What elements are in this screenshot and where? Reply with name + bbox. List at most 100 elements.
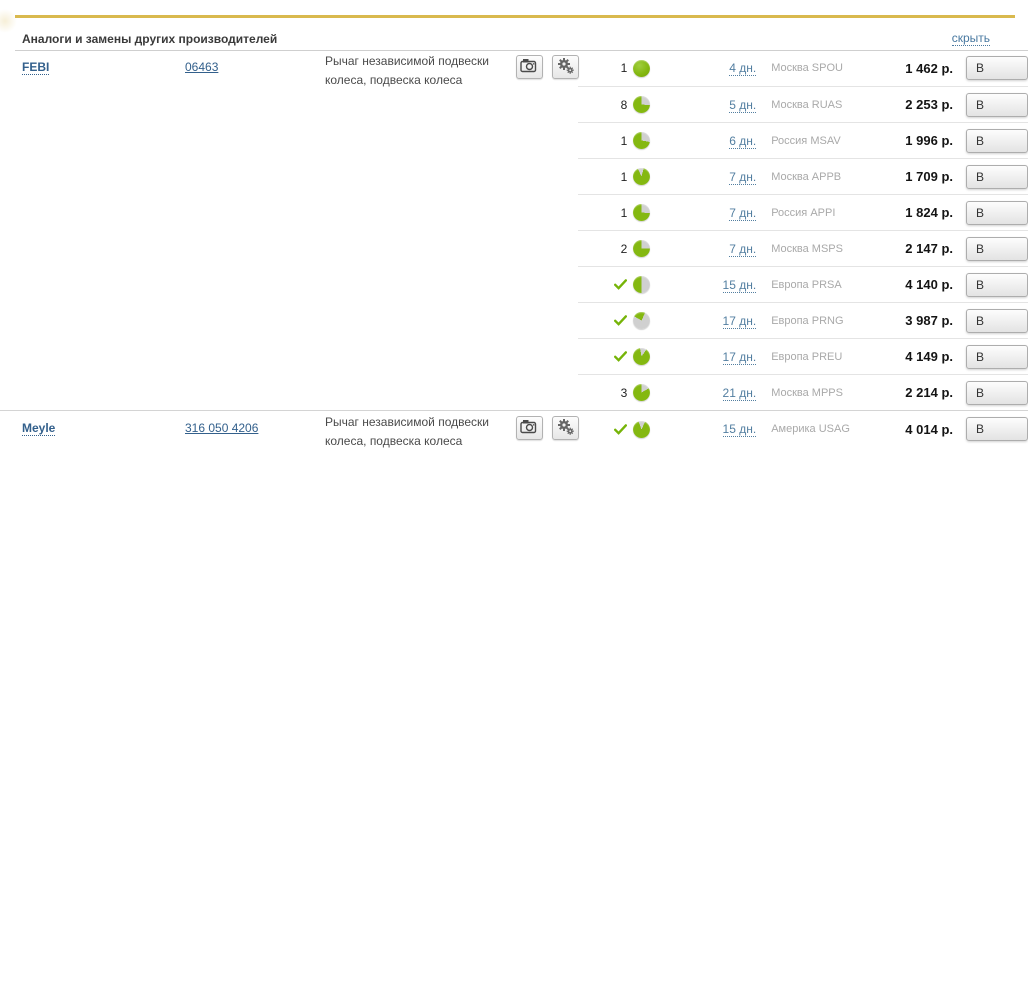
stock-pie-icon <box>633 204 650 221</box>
delivery-days-link[interactable]: 5 дн. <box>729 98 756 113</box>
camera-icon <box>520 58 539 76</box>
delivery-days-link[interactable]: 4 дн. <box>729 61 756 76</box>
photo-button[interactable] <box>516 416 543 440</box>
delivery-cell: 15 дн. <box>650 422 756 436</box>
delivery-days-link[interactable]: 7 дн. <box>729 242 756 257</box>
delivery-cell: 17 дн. <box>650 350 756 364</box>
part-number-link[interactable]: 06463 <box>185 60 218 74</box>
buy-button[interactable]: В <box>966 309 1028 333</box>
buy-button[interactable]: В <box>966 201 1028 225</box>
availability-count: 1 <box>621 134 628 148</box>
availability-cell <box>578 276 650 293</box>
warehouse-location: Европа PRNG <box>771 315 898 327</box>
delivery-days-link[interactable]: 15 дн. <box>723 422 757 437</box>
delivery-cell: 7 дн. <box>650 206 756 220</box>
delivery-days-link[interactable]: 6 дн. <box>729 134 756 149</box>
offer-row: 15 дн. Америка USAG 4 014 р. В <box>578 411 1028 447</box>
delivery-days-link[interactable]: 15 дн. <box>723 278 757 293</box>
product-block: Meyle 316 050 4206 Рычаг независимой под… <box>0 410 1028 447</box>
warehouse-location: Москва MSPS <box>771 243 898 255</box>
warehouse-location: Москва APPB <box>771 171 898 183</box>
buy-button[interactable]: В <box>966 345 1028 369</box>
availability-cell: 3 <box>578 384 650 401</box>
offer-row: 15 дн. Европа PRSA 4 140 р. В <box>578 266 1028 302</box>
brand-link[interactable]: Meyle <box>22 421 55 436</box>
availability-cell <box>578 421 650 438</box>
hide-section-link[interactable]: скрыть <box>952 31 990 46</box>
gears-icon <box>557 418 574 438</box>
analogs-panel: Аналоги и замены других производителей с… <box>0 0 1028 995</box>
buy-button[interactable]: В <box>966 381 1028 405</box>
stock-pie-icon <box>633 384 650 401</box>
offer-row: 17 дн. Европа PREU 4 149 р. В <box>578 338 1028 374</box>
price: 2 147 р. <box>898 241 953 256</box>
delivery-cell: 21 дн. <box>650 386 756 400</box>
stock-pie-icon <box>633 168 650 185</box>
offer-row: 1 7 дн. Россия APPI 1 824 р. В <box>578 194 1028 230</box>
offers-list: 15 дн. Америка USAG 4 014 р. В <box>578 411 1028 447</box>
photo-button[interactable] <box>516 55 543 79</box>
offer-row: 2 7 дн. Москва MSPS 2 147 р. В <box>578 230 1028 266</box>
part-number-link[interactable]: 316 050 4206 <box>185 421 258 435</box>
brand-link[interactable]: FEBI <box>22 60 49 75</box>
row-action-buttons <box>516 416 579 440</box>
availability-cell: 2 <box>578 240 650 257</box>
row-action-buttons <box>516 55 579 79</box>
offer-row: 1 6 дн. Россия MSAV 1 996 р. В <box>578 122 1028 158</box>
delivery-cell: 4 дн. <box>650 61 756 75</box>
buy-button[interactable]: В <box>966 237 1028 261</box>
camera-icon <box>520 419 539 437</box>
buy-button[interactable]: В <box>966 417 1028 441</box>
price: 1 824 р. <box>898 205 953 220</box>
price: 4 149 р. <box>898 349 953 364</box>
price: 4 014 р. <box>898 422 953 437</box>
warehouse-location: Москва MPPS <box>771 387 898 399</box>
delivery-days-link[interactable]: 7 дн. <box>729 206 756 221</box>
part-description: Рычаг независимой подвески колеса, подве… <box>325 52 503 90</box>
buy-button[interactable]: В <box>966 129 1028 153</box>
delivery-cell: 7 дн. <box>650 242 756 256</box>
delivery-days-link[interactable]: 17 дн. <box>723 350 757 365</box>
offers-list: 1 4 дн. Москва SPOU 1 462 р. В 8 <box>578 50 1028 410</box>
availability-count: 1 <box>621 61 628 75</box>
availability-count: 3 <box>621 386 628 400</box>
availability-count: 8 <box>621 98 628 112</box>
options-button[interactable] <box>552 55 579 79</box>
warehouse-location: Москва SPOU <box>771 62 898 74</box>
delivery-days-link[interactable]: 17 дн. <box>723 314 757 329</box>
availability-cell: 8 <box>578 96 650 113</box>
check-icon <box>614 424 627 435</box>
delivery-days-link[interactable]: 7 дн. <box>729 170 756 185</box>
buy-button[interactable]: В <box>966 93 1028 117</box>
delivery-cell: 7 дн. <box>650 170 756 184</box>
price: 1 709 р. <box>898 169 953 184</box>
buy-button[interactable]: В <box>966 165 1028 189</box>
section-title: Аналоги и замены других производителей <box>22 32 277 46</box>
check-icon <box>614 351 627 362</box>
stock-pie-icon <box>633 421 650 438</box>
buy-button[interactable]: В <box>966 56 1028 80</box>
stock-pie-icon <box>633 276 650 293</box>
stock-pie-icon <box>633 60 650 77</box>
product-info: FEBI 06463 Рычаг независимой подвески ко… <box>0 50 578 86</box>
price: 1 996 р. <box>898 133 953 148</box>
price: 4 140 р. <box>898 277 953 292</box>
price: 3 987 р. <box>898 313 953 328</box>
availability-cell: 1 <box>578 204 650 221</box>
stock-pie-icon <box>633 312 650 329</box>
availability-count: 1 <box>621 170 628 184</box>
warehouse-location: Россия MSAV <box>771 135 898 147</box>
products-table: FEBI 06463 Рычаг независимой подвески ко… <box>0 50 1028 447</box>
gears-icon <box>557 57 574 77</box>
availability-count: 2 <box>621 242 628 256</box>
buy-button[interactable]: В <box>966 273 1028 297</box>
warehouse-location: Россия APPI <box>771 207 898 219</box>
availability-cell: 1 <box>578 132 650 149</box>
options-button[interactable] <box>552 416 579 440</box>
check-icon <box>614 279 627 290</box>
warehouse-location: Европа PRSA <box>771 279 898 291</box>
warehouse-location: Европа PREU <box>771 351 898 363</box>
delivery-days-link[interactable]: 21 дн. <box>723 386 757 401</box>
price: 2 253 р. <box>898 97 953 112</box>
offer-row: 17 дн. Европа PRNG 3 987 р. В <box>578 302 1028 338</box>
